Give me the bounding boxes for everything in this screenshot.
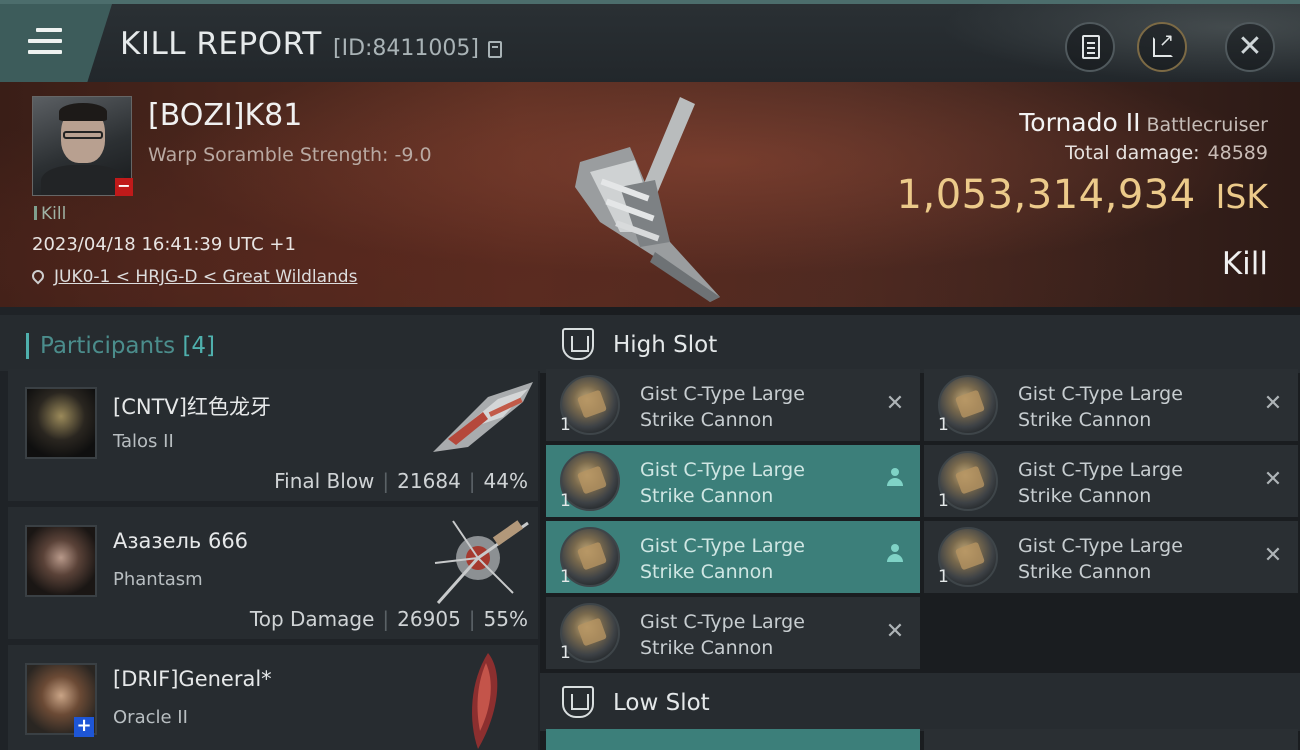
- title-bar: KILL REPORT [ID:8411005] ✕: [0, 0, 1300, 82]
- module-name: Gist C-Type Large Strike Cannon: [1018, 535, 1183, 583]
- module-quantity: 1: [560, 643, 571, 663]
- fitting-module[interactable]: 1 Gist C-Type Large Strike Cannon: [546, 521, 920, 593]
- copy-icon[interactable]: [488, 41, 502, 58]
- page-title: KILL REPORT: [120, 26, 322, 62]
- fitting-module[interactable]: 1 Gist C-Type Large Strike Cannon ✕: [924, 369, 1298, 441]
- participant-ship-image: [434, 520, 529, 604]
- low-slot-header: Low Slot: [540, 673, 1300, 731]
- fitting-module[interactable]: 1 Gist C-Type Large Strike Cannon ✕: [924, 521, 1298, 593]
- clipboard-button[interactable]: [1065, 22, 1115, 72]
- participants-panel: Participants [4] [CNTV]红色龙牙 Talos II Fin…: [0, 307, 540, 750]
- outcome-label: Kill: [1221, 246, 1268, 282]
- module-quantity: 1: [938, 567, 949, 587]
- fitting-panel: High Slot 1 Gist C-Type Large Strike Can…: [540, 307, 1300, 750]
- participant-name: Азазель 666: [113, 529, 249, 553]
- report-id: [ID:8411005]: [333, 36, 479, 61]
- participant-ship-image: [433, 382, 533, 452]
- module-quantity: 1: [938, 491, 949, 511]
- destroyed-icon: ✕: [1263, 543, 1283, 568]
- share-button[interactable]: [1137, 22, 1187, 72]
- ship-name[interactable]: Tornado II: [1019, 108, 1140, 137]
- participant-role: Top Damage: [249, 607, 375, 631]
- total-damage: Total damage: 48589: [1065, 142, 1268, 164]
- participant-name: [DRIF]General*: [113, 667, 272, 691]
- clipboard-icon: [1082, 35, 1100, 59]
- location-link[interactable]: JUK0-1 < HRJG-D < Great Wildlands: [54, 267, 357, 287]
- participant-stats: Top Damage | 26905 | 55%: [249, 607, 528, 631]
- destroyed-icon: ✕: [1263, 391, 1283, 416]
- participant-card[interactable]: [CNTV]红色龙牙 Talos II Final Blow | 21684 | 44%: [8, 369, 538, 501]
- module-name: Gist C-Type Large Strike Cannon: [640, 611, 805, 659]
- fitting-module[interactable]: 1 Gist C-Type Large Strike Cannon ✕: [546, 369, 920, 441]
- module-quantity: 1: [560, 415, 571, 435]
- victim-name[interactable]: [BOZI]K81: [148, 98, 302, 133]
- participant-card[interactable]: Азазель 666 Phantasm Top Damage | 26905 | 55…: [8, 507, 538, 639]
- module-name: Gist C-Type Large Strike Cannon: [1018, 383, 1183, 431]
- high-slot-icon: [562, 328, 594, 360]
- total-damage-value: 48589: [1207, 142, 1268, 164]
- menu-icon: [28, 28, 62, 61]
- isk-value-line: 1,053,314,934 ISK: [897, 172, 1268, 218]
- close-button[interactable]: ✕: [1225, 22, 1275, 72]
- module-name: Gist C-Type Large Strike Cannon: [640, 535, 805, 583]
- location-pin-icon: [29, 267, 47, 285]
- menu-button[interactable]: [0, 4, 112, 82]
- participant-ship: Phantasm: [113, 569, 203, 590]
- participant-role: Final Blow: [274, 469, 375, 493]
- participant-card[interactable]: + [DRIF]General* Oracle II: [8, 645, 538, 750]
- participant-percent: 55%: [483, 607, 528, 631]
- fitting-module[interactable]: [546, 729, 920, 750]
- participant-name: [CNTV]红色龙牙: [113, 395, 271, 419]
- ship-line: Tornado II Battlecruiser: [1019, 108, 1268, 137]
- victim-ship-image: [575, 97, 720, 302]
- participants-count: [4]: [182, 333, 216, 359]
- dropped-icon: [882, 467, 908, 493]
- module-name: Gist C-Type Large Strike Cannon: [640, 459, 805, 507]
- participant-stats: Final Blow | 21684 | 44%: [274, 469, 528, 493]
- share-icon: [1153, 30, 1174, 57]
- fitting-module[interactable]: 1 Gist C-Type Large Strike Cannon ✕: [924, 445, 1298, 517]
- participant-damage: 21684: [397, 469, 461, 493]
- destroyed-icon: ✕: [1263, 467, 1283, 492]
- kill-location: JUK0-1 < HRJG-D < Great Wildlands: [29, 267, 357, 287]
- participant-ship: Talos II: [113, 431, 174, 452]
- module-quantity: 1: [938, 415, 949, 435]
- high-slot-title: High Slot: [613, 332, 718, 358]
- destroyed-icon: ✕: [885, 619, 905, 644]
- isk-value: 1,053,314,934: [896, 172, 1196, 218]
- kill-timestamp: 2023/04/18 16:41:39 UTC +1: [32, 234, 296, 255]
- standing-negative-icon: −: [115, 178, 133, 196]
- fitting-module[interactable]: [924, 729, 1298, 750]
- low-slot-title: Low Slot: [613, 690, 710, 716]
- participants-header: Participants [4]: [0, 315, 540, 371]
- participant-percent: 44%: [483, 469, 528, 493]
- victim-banner: − [BOZI]K81 Warp Soramble Strength: -9.0…: [0, 82, 1300, 307]
- close-icon: ✕: [1237, 29, 1263, 64]
- participant-avatar[interactable]: [25, 525, 97, 597]
- destroyed-icon: ✕: [885, 391, 905, 416]
- warp-scramble-strength: Warp Soramble Strength: -9.0: [148, 144, 432, 166]
- module-name: Gist C-Type Large Strike Cannon: [640, 383, 805, 431]
- fitting-module[interactable]: 1 Gist C-Type Large Strike Cannon ✕: [546, 597, 920, 669]
- participant-ship: Oracle II: [113, 707, 188, 728]
- participants-title: Participants [4]: [40, 333, 216, 359]
- kill-tag: Kill: [34, 204, 66, 224]
- high-slot-header: High Slot: [540, 315, 1300, 373]
- standing-positive-icon: +: [74, 717, 94, 737]
- dropped-icon: [882, 543, 908, 569]
- participant-damage: 26905: [397, 607, 461, 631]
- low-slot-icon: [562, 686, 594, 718]
- ship-class: Battlecruiser: [1146, 114, 1268, 136]
- module-name: Gist C-Type Large Strike Cannon: [1018, 459, 1183, 507]
- module-quantity: 1: [560, 567, 571, 587]
- total-damage-label: Total damage:: [1065, 142, 1200, 164]
- participant-ship-image: [472, 653, 498, 749]
- module-quantity: 1: [560, 491, 571, 511]
- fitting-module[interactable]: 1 Gist C-Type Large Strike Cannon: [546, 445, 920, 517]
- participant-avatar[interactable]: [25, 387, 97, 459]
- isk-unit: ISK: [1215, 177, 1268, 216]
